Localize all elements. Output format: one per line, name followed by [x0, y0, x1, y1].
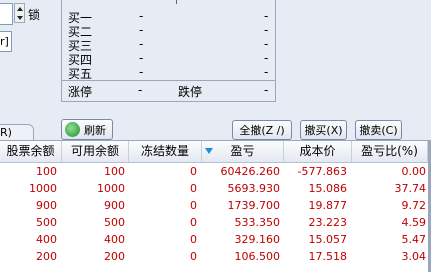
- table-row[interactable]: 100 100 0 60426.260 -577.863 0.00: [0, 163, 431, 180]
- cell-profit-loss: 106.500: [234, 250, 281, 263]
- cell-available-balance: 900: [104, 199, 125, 212]
- quote-row-bid2: 买二 - -: [68, 23, 272, 39]
- limit-up-label: 涨停: [68, 85, 93, 99]
- cell-cost-price: 17.518: [308, 250, 348, 263]
- quote-divider: [62, 80, 275, 81]
- quote-price[interactable]: -: [139, 9, 143, 23]
- cancel-all-button[interactable]: 全撤(Z /): [232, 120, 292, 140]
- quote-row-bid3: 买三 - -: [68, 37, 272, 53]
- limit-down-label: 跌停: [178, 85, 203, 99]
- quote-row-bid4: 买四 - -: [68, 51, 272, 67]
- cell-cost-price: 23.223: [308, 216, 348, 229]
- cell-profit-ratio: 5.47: [401, 233, 427, 246]
- header-cost-price[interactable]: 成本价: [284, 141, 352, 162]
- table-row[interactable]: 400 400 0 329.160 15.057 5.47: [0, 231, 431, 248]
- cell-profit-loss: 5693.930: [227, 182, 281, 195]
- refresh-label: 刷新: [84, 124, 106, 137]
- cell-available-balance: 200: [104, 250, 125, 263]
- table-row[interactable]: 500 500 0 533.350 23.223 4.59: [0, 214, 431, 231]
- header-frozen-qty[interactable]: 冻结数量: [129, 141, 202, 162]
- quote-price[interactable]: -: [139, 65, 143, 79]
- quote-volume: -: [264, 23, 269, 37]
- lock-label[interactable]: 锁: [28, 6, 40, 23]
- header-profit-ratio[interactable]: 盈亏比(%): [352, 141, 428, 162]
- cell-frozen-qty: 0: [190, 199, 197, 212]
- cancel-sell-button[interactable]: 撤卖(C): [355, 120, 402, 140]
- stepper-up-icon[interactable]: [17, 7, 23, 11]
- positions-table: 股票余额 可用余额 冻结数量 盈亏 成本价 盈亏比(%) 100 100 0 6…: [0, 141, 431, 272]
- refresh-icon: [65, 122, 80, 137]
- tab-positions[interactable]: R): [0, 124, 34, 141]
- quote-volume: -: [264, 51, 269, 65]
- cell-frozen-qty: 0: [190, 216, 197, 229]
- cell-profit-ratio: 4.59: [401, 216, 427, 229]
- cancel-buy-button[interactable]: 撤买(X): [300, 120, 347, 140]
- cell-available-balance: 100: [104, 165, 125, 178]
- cell-profit-loss: 329.160: [234, 233, 281, 246]
- table-row[interactable]: 200 200 0 106.500 17.518 3.04: [0, 248, 431, 265]
- sort-desc-icon[interactable]: [205, 148, 213, 154]
- quote-price[interactable]: -: [139, 23, 143, 37]
- cell-profit-ratio: 3.04: [401, 250, 427, 263]
- cell-stock-balance: 200: [36, 250, 57, 263]
- limit-down-value[interactable]: -: [264, 83, 268, 97]
- quote-price[interactable]: -: [139, 51, 143, 65]
- cell-profit-loss: 1739.700: [227, 199, 281, 212]
- refresh-button[interactable]: 刷新: [61, 119, 113, 140]
- cell-stock-balance: 400: [36, 233, 57, 246]
- cell-available-balance: 400: [104, 233, 125, 246]
- quote-price[interactable]: -: [139, 37, 143, 51]
- quote-panel: 买一 - - 买二 - - 买三 - - 买四 - - 买五 - - 涨停 - …: [61, 0, 276, 102]
- cell-profit-ratio: 9.72: [401, 199, 427, 212]
- quote-volume: -: [264, 37, 269, 51]
- header-stock-balance[interactable]: 股票余额: [0, 141, 62, 162]
- quote-row-bid1: 买一 - -: [68, 9, 272, 25]
- quantity-input[interactable]: [0, 3, 13, 25]
- quote-row-bid5: 买五 - -: [68, 65, 272, 81]
- cell-frozen-qty: 0: [190, 182, 197, 195]
- cell-profit-ratio: 37.74: [394, 182, 427, 195]
- cell-cost-price: 15.086: [308, 182, 348, 195]
- header-profit-loss[interactable]: 盈亏: [202, 141, 284, 162]
- cell-cost-price: 15.057: [308, 233, 348, 246]
- table-row[interactable]: 1000 1000 0 5693.930 15.086 37.74: [0, 180, 431, 197]
- cell-stock-balance: 900: [36, 199, 57, 212]
- table-header: 股票余额 可用余额 冻结数量 盈亏 成本价 盈亏比(%): [0, 141, 431, 163]
- header-available-balance[interactable]: 可用余额: [62, 141, 129, 162]
- cell-cost-price: -577.863: [297, 165, 347, 178]
- quantity-stepper[interactable]: [14, 3, 25, 23]
- cell-stock-balance: 100: [36, 165, 57, 178]
- cell-profit-loss: 533.350: [234, 216, 281, 229]
- cell-cost-price: 19.877: [308, 199, 348, 212]
- cell-frozen-qty: 0: [190, 165, 197, 178]
- stepper-down-icon[interactable]: [17, 16, 23, 20]
- table-row[interactable]: 900 900 0 1739.700 19.877 9.72: [0, 197, 431, 214]
- cell-profit-ratio: 0.00: [401, 165, 427, 178]
- cell-stock-balance: 1000: [29, 182, 57, 195]
- quote-volume: -: [264, 9, 269, 23]
- limit-up-value[interactable]: -: [138, 83, 142, 97]
- cell-profit-loss: 60426.260: [220, 165, 281, 178]
- cell-stock-balance: 500: [36, 216, 57, 229]
- panel-divider: [176, 0, 177, 4]
- combo-box[interactable]: r]: [0, 31, 12, 52]
- quote-volume: -: [264, 65, 269, 79]
- cell-frozen-qty: 0: [190, 233, 197, 246]
- cell-frozen-qty: 0: [190, 250, 197, 263]
- cell-available-balance: 500: [104, 216, 125, 229]
- cell-available-balance: 1000: [97, 182, 125, 195]
